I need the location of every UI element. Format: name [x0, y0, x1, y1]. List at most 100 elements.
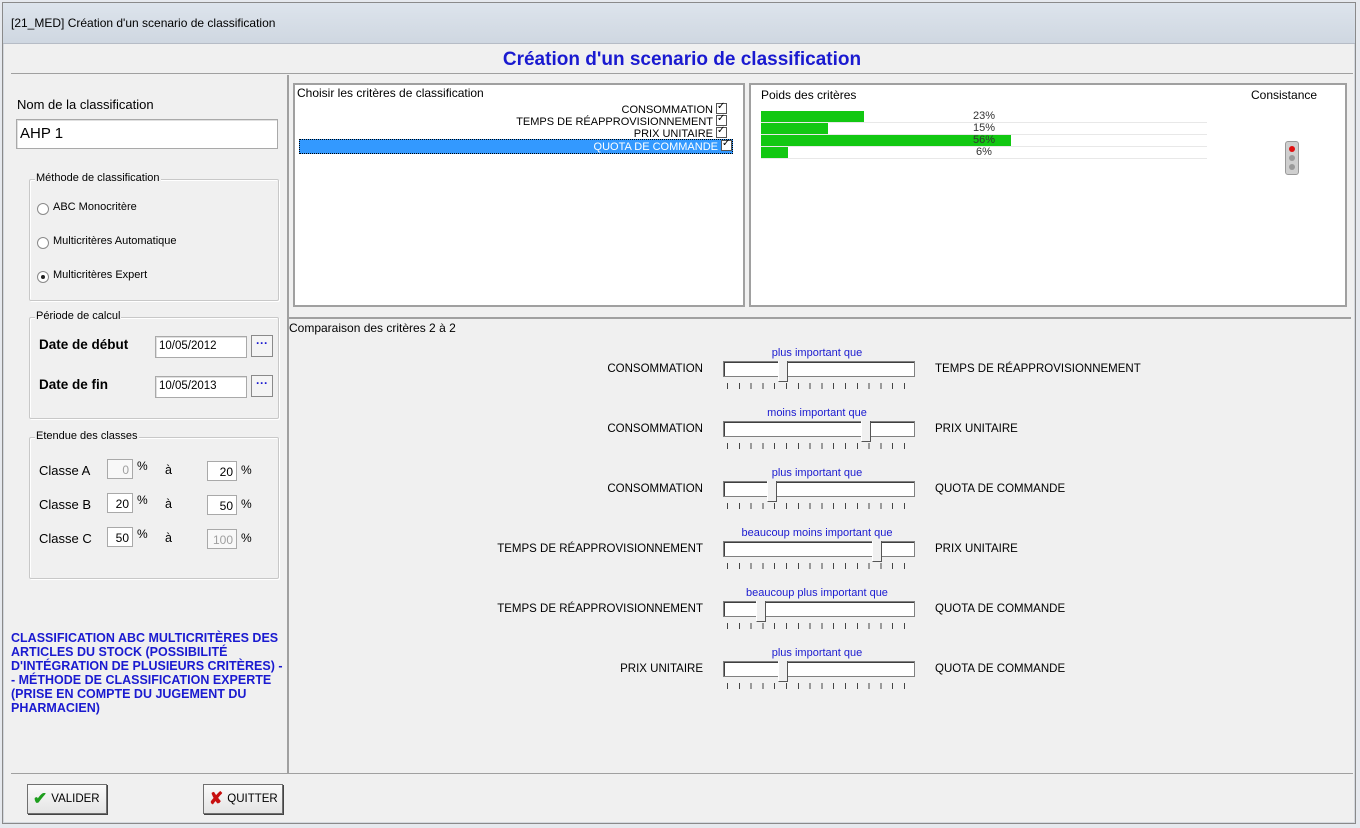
method-radio-0[interactable] — [37, 203, 49, 215]
comparison-slider-thumb[interactable] — [778, 661, 788, 682]
method-radio-2[interactable] — [37, 271, 49, 283]
method-description: CLASSIFICATION ABC MULTICRITÈRES DES ART… — [11, 631, 283, 715]
classification-name-input[interactable]: AHP 1 — [16, 119, 278, 149]
criteria-panel-title: Choisir les critères de classification — [297, 86, 484, 100]
weight-bar-label: 23% — [972, 110, 996, 122]
class-label: Classe B — [39, 497, 92, 512]
comparison-caption: beaucoup plus important que — [746, 587, 888, 599]
comparison-caption: beaucoup moins important que — [741, 527, 893, 539]
criteria-list-item[interactable]: QUOTA DE COMMANDE — [299, 138, 733, 154]
checkmark-icon: ✔ — [33, 789, 48, 808]
weight-bar: 6% — [761, 147, 1207, 159]
traffic-amber-light — [1289, 155, 1295, 161]
traffic-green-light — [1289, 164, 1295, 170]
criteria-checkbox[interactable] — [721, 138, 732, 151]
comparison-slider[interactable] — [723, 661, 915, 682]
class-label: Classe A — [39, 463, 91, 478]
class-from-input[interactable]: 0 — [107, 459, 133, 479]
comparison-left-criterion: CONSOMMATION — [607, 483, 703, 495]
range-a-label: à — [165, 463, 172, 477]
comparison-caption: plus important que — [771, 347, 863, 359]
percent-sign: % — [137, 459, 148, 473]
slider-ticks — [727, 563, 915, 569]
end-date-label: Date de fin — [39, 377, 109, 392]
x-icon: ✘ — [209, 789, 224, 808]
weight-bar-label: 6% — [976, 146, 992, 158]
period-group — [29, 317, 279, 419]
end-date-input[interactable]: 10/05/2013 — [155, 376, 247, 398]
comparison-panel: Comparaison des critères 2 à 2 plus impo… — [289, 317, 1351, 775]
left-panel: Nom de la classification AHP 1 Méthode d… — [11, 75, 289, 773]
comparison-title: Comparaison des critères 2 à 2 — [289, 321, 456, 335]
comparison-right-criterion: QUOTA DE COMMANDE — [935, 483, 1066, 495]
percent-sign: % — [241, 531, 252, 545]
comparison-right-criterion: PRIX UNITAIRE — [935, 543, 1018, 555]
comparison-slider-thumb[interactable] — [872, 541, 882, 562]
comparison-left-criterion: TEMPS DE RÉAPPROVISIONNEMENT — [497, 603, 703, 615]
weight-bar-label: 15% — [972, 122, 996, 134]
range-a-label: à — [165, 497, 172, 511]
comparison-left-criterion: PRIX UNITAIRE — [620, 663, 703, 675]
app-window: [21_MED] Création d'un scenario de class… — [2, 2, 1356, 824]
start-date-label: Date de début — [39, 337, 129, 352]
range-a-label: à — [165, 531, 172, 545]
weight-bar-label: 56% — [972, 134, 996, 146]
criteria-item-label: QUOTA DE COMMANDE — [593, 141, 718, 153]
percent-sign: % — [137, 527, 148, 541]
comparison-slider[interactable] — [723, 601, 915, 622]
slider-ticks — [727, 383, 915, 389]
slider-ticks — [727, 623, 915, 629]
class-label: Classe C — [39, 531, 92, 546]
class-to-input[interactable]: 20 — [207, 461, 237, 481]
comparison-left-criterion: TEMPS DE RÉAPPROVISIONNEMENT — [497, 543, 703, 555]
page-title: Création d'un scenario de classification — [11, 45, 1353, 74]
comparison-caption: moins important que — [767, 407, 867, 419]
comparison-slider-thumb[interactable] — [778, 361, 788, 382]
comparison-right-criterion: QUOTA DE COMMANDE — [935, 663, 1066, 675]
method-group-legend: Méthode de classification — [35, 172, 161, 184]
method-option-label[interactable]: Multicritères Expert — [53, 269, 147, 281]
comparison-caption: plus important que — [771, 467, 863, 479]
method-option-label[interactable]: Multicritères Automatique — [53, 235, 177, 247]
comparison-slider[interactable] — [723, 541, 915, 562]
classes-group-legend: Etendue des classes — [35, 430, 139, 442]
comparison-slider-thumb[interactable] — [861, 421, 871, 442]
class-from-input[interactable]: 50 — [107, 527, 133, 547]
comparison-right-criterion: PRIX UNITAIRE — [935, 423, 1018, 435]
start-date-picker-button[interactable]: ··· — [251, 335, 273, 357]
consistency-traffic-light-icon — [1285, 141, 1299, 175]
percent-sign: % — [137, 493, 148, 507]
slider-ticks — [727, 503, 915, 509]
class-to-input[interactable]: 50 — [207, 495, 237, 515]
comparison-slider[interactable] — [723, 421, 915, 442]
validate-button[interactable]: ✔ VALIDER — [27, 784, 107, 814]
weights-panel-title: Poids des critères — [761, 88, 857, 102]
comparison-slider-thumb[interactable] — [756, 601, 766, 622]
period-group-legend: Période de calcul — [35, 310, 122, 322]
comparison-slider[interactable] — [723, 361, 915, 382]
consistency-label: Consistance — [1251, 88, 1318, 102]
quit-button[interactable]: ✘ QUITTER — [203, 784, 283, 814]
weights-panel: Poids des critères Consistance 23% 15% 56%… — [749, 83, 1347, 307]
criteria-panel: Choisir les critères de classification C… — [293, 83, 745, 307]
traffic-red-light — [1289, 146, 1295, 152]
comparison-right-criterion: QUOTA DE COMMANDE — [935, 603, 1066, 615]
comparison-caption: plus important que — [771, 647, 863, 659]
class-from-input[interactable]: 20 — [107, 493, 133, 513]
client-area: Création d'un scenario de classification… — [11, 45, 1353, 820]
percent-sign: % — [241, 463, 252, 477]
percent-sign: % — [241, 497, 252, 511]
end-date-picker-button[interactable]: ··· — [251, 375, 273, 397]
comparison-slider[interactable] — [723, 481, 915, 502]
start-date-input[interactable]: 10/05/2012 — [155, 336, 247, 358]
method-radio-1[interactable] — [37, 237, 49, 249]
comparison-right-criterion: TEMPS DE RÉAPPROVISIONNEMENT — [935, 363, 1141, 375]
method-option-label[interactable]: ABC Monocritère — [53, 201, 137, 213]
classification-name-label: Nom de la classification — [17, 97, 154, 112]
slider-ticks — [727, 443, 915, 449]
footer-bar: ✔ VALIDER ✘ QUITTER — [11, 773, 1353, 820]
class-to-input[interactable]: 100 — [207, 529, 237, 549]
criteria-checkbox[interactable] — [716, 125, 727, 138]
window-title: [21_MED] Création d'un scenario de class… — [11, 16, 276, 30]
comparison-slider-thumb[interactable] — [767, 481, 777, 502]
